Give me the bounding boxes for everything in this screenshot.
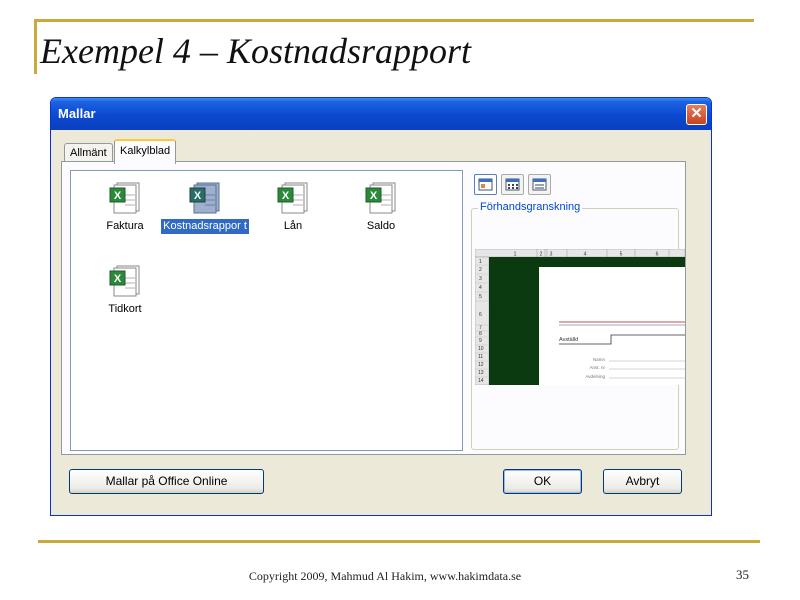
details-view-button[interactable] <box>528 174 551 195</box>
preview-row-number: 14 <box>478 378 484 384</box>
list-view-button[interactable] <box>501 174 524 195</box>
excel-template-icon: X <box>365 182 396 214</box>
preview-row-number: 5 <box>479 294 482 300</box>
preview-col-5: 5 <box>620 252 623 258</box>
preview-group: Förhandsgranskning 1 2 3 4 5 6 1 2 3 4 5… <box>471 201 685 450</box>
list-view-icon <box>505 178 520 191</box>
svg-text:X: X <box>370 190 378 202</box>
excel-template-icon: X <box>277 182 308 214</box>
preview-col-6: 6 <box>656 252 659 258</box>
template-label: Saldo <box>366 220 396 232</box>
svg-text:X: X <box>114 273 122 285</box>
svg-text:X: X <box>282 190 290 202</box>
large-icons-view-icon <box>478 178 493 191</box>
preview-row-number: 12 <box>478 362 484 368</box>
template-label: Lån <box>283 220 303 232</box>
preview-row-number: 6 <box>479 312 482 318</box>
excel-template-icon: X <box>189 182 220 214</box>
preview-row-number: 9 <box>479 338 482 344</box>
tab-panel-kalkylblad: X Faktura X Kostnadsrappor t X Lån X Sal… <box>61 161 686 455</box>
cancel-button[interactable]: Avbryt <box>603 469 682 494</box>
details-view-icon <box>532 178 547 191</box>
preview-col-1: 1 <box>514 252 517 258</box>
page-number: 35 <box>736 567 749 582</box>
templates-dialog: Mallar ✕ Allmänt Kalkylblad X Faktura X … <box>50 97 712 516</box>
office-online-templates-button[interactable]: Mallar på Office Online <box>69 469 264 494</box>
large-icons-view-button[interactable] <box>474 174 497 195</box>
preview-thumbnail: 1 2 3 4 5 6 1 2 3 4 5 6 7 8 9 10 11 12 1… <box>475 249 685 385</box>
preview-row-number: 2 <box>479 267 482 273</box>
tab-allmant[interactable]: Allmänt <box>64 143 113 162</box>
preview-row-number: 1 <box>479 259 482 265</box>
footer-copyright: Copyright 2009, Mahmud Al Hakim, www.hak… <box>248 569 522 583</box>
svg-text:X: X <box>114 190 122 202</box>
template-label: Faktura <box>106 220 144 232</box>
svg-text:X: X <box>194 190 202 202</box>
preview-field-anst-nr: Anst. nr <box>589 365 605 370</box>
template-lan[interactable]: X Lån <box>249 181 337 234</box>
close-button[interactable]: ✕ <box>686 104 707 125</box>
preview-field-avdelning: Avdelning <box>585 374 605 379</box>
dialog-title: Mallar <box>58 106 96 121</box>
template-tidkort[interactable]: X Tidkort <box>81 264 169 317</box>
close-icon: ✕ <box>690 105 703 122</box>
ok-button[interactable]: OK <box>503 469 582 494</box>
preview-col-3: 3 <box>550 252 553 258</box>
preview-field-namn: Namn <box>593 357 606 362</box>
template-label: Tidkort <box>108 303 142 315</box>
preview-row-number: 8 <box>479 331 482 337</box>
preview-row-number: 3 <box>479 276 482 282</box>
preview-col-4: 4 <box>584 252 587 258</box>
title-accent-line <box>34 19 754 22</box>
title-accent-bar <box>34 19 37 74</box>
template-list[interactable]: X Faktura X Kostnadsrappor t X Lån X Sal… <box>70 170 463 451</box>
preview-field-label: Avställd <box>559 337 578 343</box>
dialog-titlebar[interactable]: Mallar ✕ <box>51 98 711 130</box>
template-kostnadsrapport[interactable]: X Kostnadsrappor t <box>161 181 249 234</box>
footer-accent-line <box>38 540 760 543</box>
tab-kalkylblad[interactable]: Kalkylblad <box>114 139 177 164</box>
preview-row-number: 10 <box>478 346 484 352</box>
template-faktura[interactable]: X Faktura <box>81 181 169 234</box>
template-label: Kostnadsrappor t <box>161 219 249 234</box>
preview-row-number: 13 <box>478 370 484 376</box>
preview-row-number: 11 <box>478 354 483 360</box>
preview-row-number: 4 <box>479 285 482 291</box>
excel-template-icon: X <box>109 182 140 214</box>
excel-template-icon: X <box>109 265 140 297</box>
preview-col-2: 2 <box>540 252 543 258</box>
slide-title: Exempel 4 – Kostnadsrapport <box>40 31 471 71</box>
template-saldo[interactable]: X Saldo <box>337 181 425 234</box>
preview-label: Förhandsgranskning <box>478 201 583 213</box>
